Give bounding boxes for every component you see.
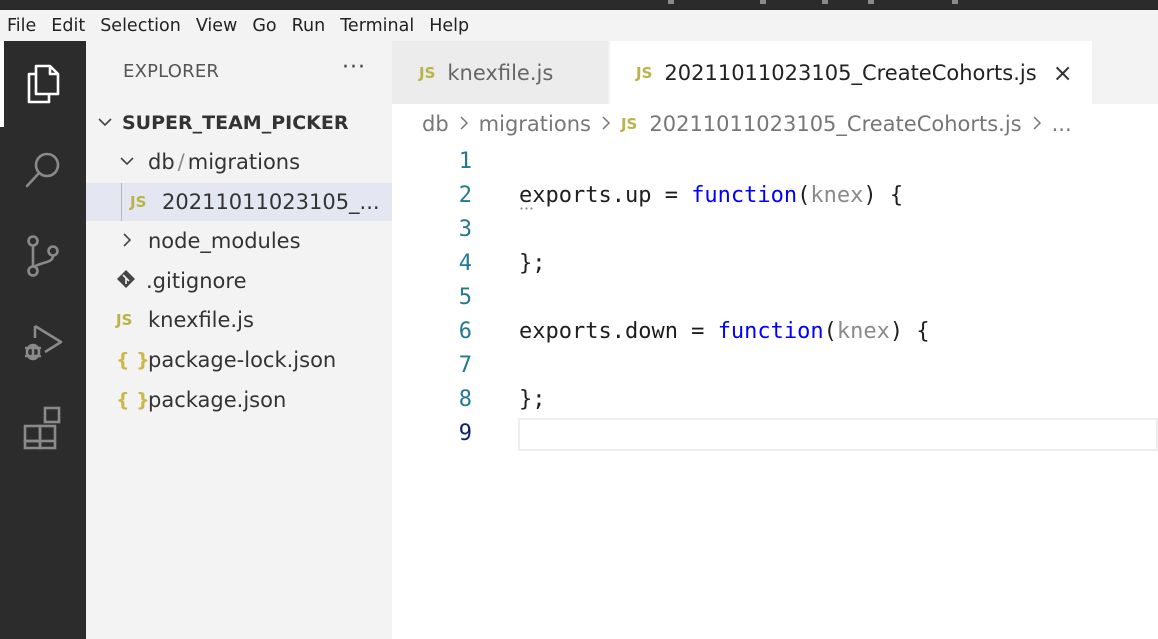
tab-label: knexfile.js [447,60,554,85]
code-text: exports.down = [519,319,718,344]
line-number: 2 [458,183,472,208]
json-file-icon: { } [116,349,150,371]
source-control-icon[interactable] [0,213,86,299]
tab-label: 20211011023105_CreateCohorts.js [664,60,1037,85]
line-number: 5 [458,285,472,310]
title-fragment [668,0,674,4]
more-actions-icon[interactable]: ··· [342,55,366,80]
line-number: 4 [458,251,472,276]
search-icon[interactable] [0,127,86,213]
code-text: ) { [889,319,930,344]
menu-selection[interactable]: Selection [100,16,181,36]
menu-run[interactable]: Run [292,16,326,36]
menu-file[interactable]: File [7,16,36,36]
line-number: 1 [458,149,472,174]
code-paren: ( [823,319,837,344]
line-number-active: 9 [458,421,472,446]
title-fragment [760,0,766,4]
git-file-icon [116,269,146,294]
keyword-function: function [717,319,824,344]
breadcrumb-migrations[interactable]: migrations [479,112,591,136]
breadcrumb-db[interactable]: db [422,112,449,136]
file-label-gitignore: .gitignore [146,269,247,293]
param-knex: knex [810,183,864,208]
tab-knexfile[interactable]: JS knexfile.js [392,41,608,104]
js-file-icon: JS [636,63,653,82]
breadcrumb-ellipsis[interactable]: ... [1052,112,1072,136]
tree-file-migration[interactable]: JS 20211011023105_... [86,183,392,221]
chevron-right-icon [449,112,479,136]
breadcrumb-file[interactable]: 20211011023105_CreateCohorts.js [649,112,1021,136]
indent-guide [121,183,122,221]
title-bar [0,0,1158,10]
keyword-function: function [691,183,798,208]
line-number: 8 [458,387,472,412]
tree-file-package[interactable]: { } package.json [86,381,392,419]
chevron-down-icon [95,111,115,135]
file-label-migration: 20211011023105_... [162,190,380,214]
menu-terminal[interactable]: Terminal [340,16,414,36]
menu-view[interactable]: View [196,16,238,36]
chevron-right-icon [117,229,137,253]
js-file-icon: JS [620,115,638,133]
editor-tab-bar: JS knexfile.js JS 20211011023105_CreateC… [392,41,1158,104]
code-editor[interactable]: 1 2 3 4 5 6 7 8 9 exports.up = function(… [392,144,1158,639]
line-number: 6 [458,319,472,344]
folder-label-migrations: migrations [187,150,301,174]
file-label-package: package.json [148,388,287,412]
title-fragment [822,0,828,4]
js-file-icon: JS [419,63,436,82]
folder-label-node-modules: node_modules [148,229,301,253]
workspace-name: SUPER_TEAM_PICKER [122,112,349,134]
file-label-knexfile: knexfile.js [148,308,254,332]
menu-go[interactable]: Go [252,16,276,36]
title-fragment [952,0,958,4]
js-file-icon: JS [116,311,133,329]
menu-help[interactable]: Help [429,16,469,36]
chevron-down-icon [117,150,137,174]
tree-root[interactable]: SUPER_TEAM_PICKER [86,104,392,142]
js-file-icon: JS [130,193,147,211]
folder-label-db: db [148,150,175,174]
file-label-package-lock: package-lock.json [148,348,337,372]
tab-create-cohorts[interactable]: JS 20211011023105_CreateCohorts.js × [610,41,1092,104]
chevron-right-icon [1022,112,1052,136]
tree-folder-db-migrations[interactable]: db / migrations [86,143,392,181]
path-separator: / [177,150,185,174]
code-line-6: exports.down = function(knex) { [519,315,930,349]
activity-bar [0,41,86,639]
explorer-title: EXPLORER [123,61,220,82]
code-paren: ( [797,183,811,208]
line-number: 7 [458,353,472,378]
close-icon[interactable]: × [1053,59,1073,87]
tree-folder-node-modules[interactable]: node_modules [86,222,392,260]
code-text: exports.up = [519,183,692,208]
line-number: 3 [458,217,472,242]
explorer-icon[interactable] [0,41,86,127]
explorer-sidebar: EXPLORER ··· SUPER_TEAM_PICKER db / migr… [86,41,392,639]
tree-file-knexfile[interactable]: JS knexfile.js [86,301,392,339]
menu-bar: File Edit Selection View Go Run Terminal… [0,10,1158,41]
current-line-highlight [518,418,1158,451]
breadcrumb: db migrations JS 20211011023105_CreateCo… [392,104,1158,144]
tree-file-package-lock[interactable]: { } package-lock.json [86,341,392,379]
tree-file-gitignore[interactable]: .gitignore [86,262,392,300]
code-line-8: }; [519,387,546,412]
menu-edit[interactable]: Edit [51,16,85,36]
json-file-icon: { } [116,389,150,411]
param-knex: knex [836,319,890,344]
code-text: ) { [863,183,904,208]
title-fragment [868,0,874,4]
extensions-icon[interactable] [0,385,86,471]
code-line-4: }; [519,251,546,276]
chevron-right-icon [591,112,621,136]
run-debug-icon[interactable] [0,299,86,385]
code-line-2: exports.up = function(knex) { [519,179,903,213]
